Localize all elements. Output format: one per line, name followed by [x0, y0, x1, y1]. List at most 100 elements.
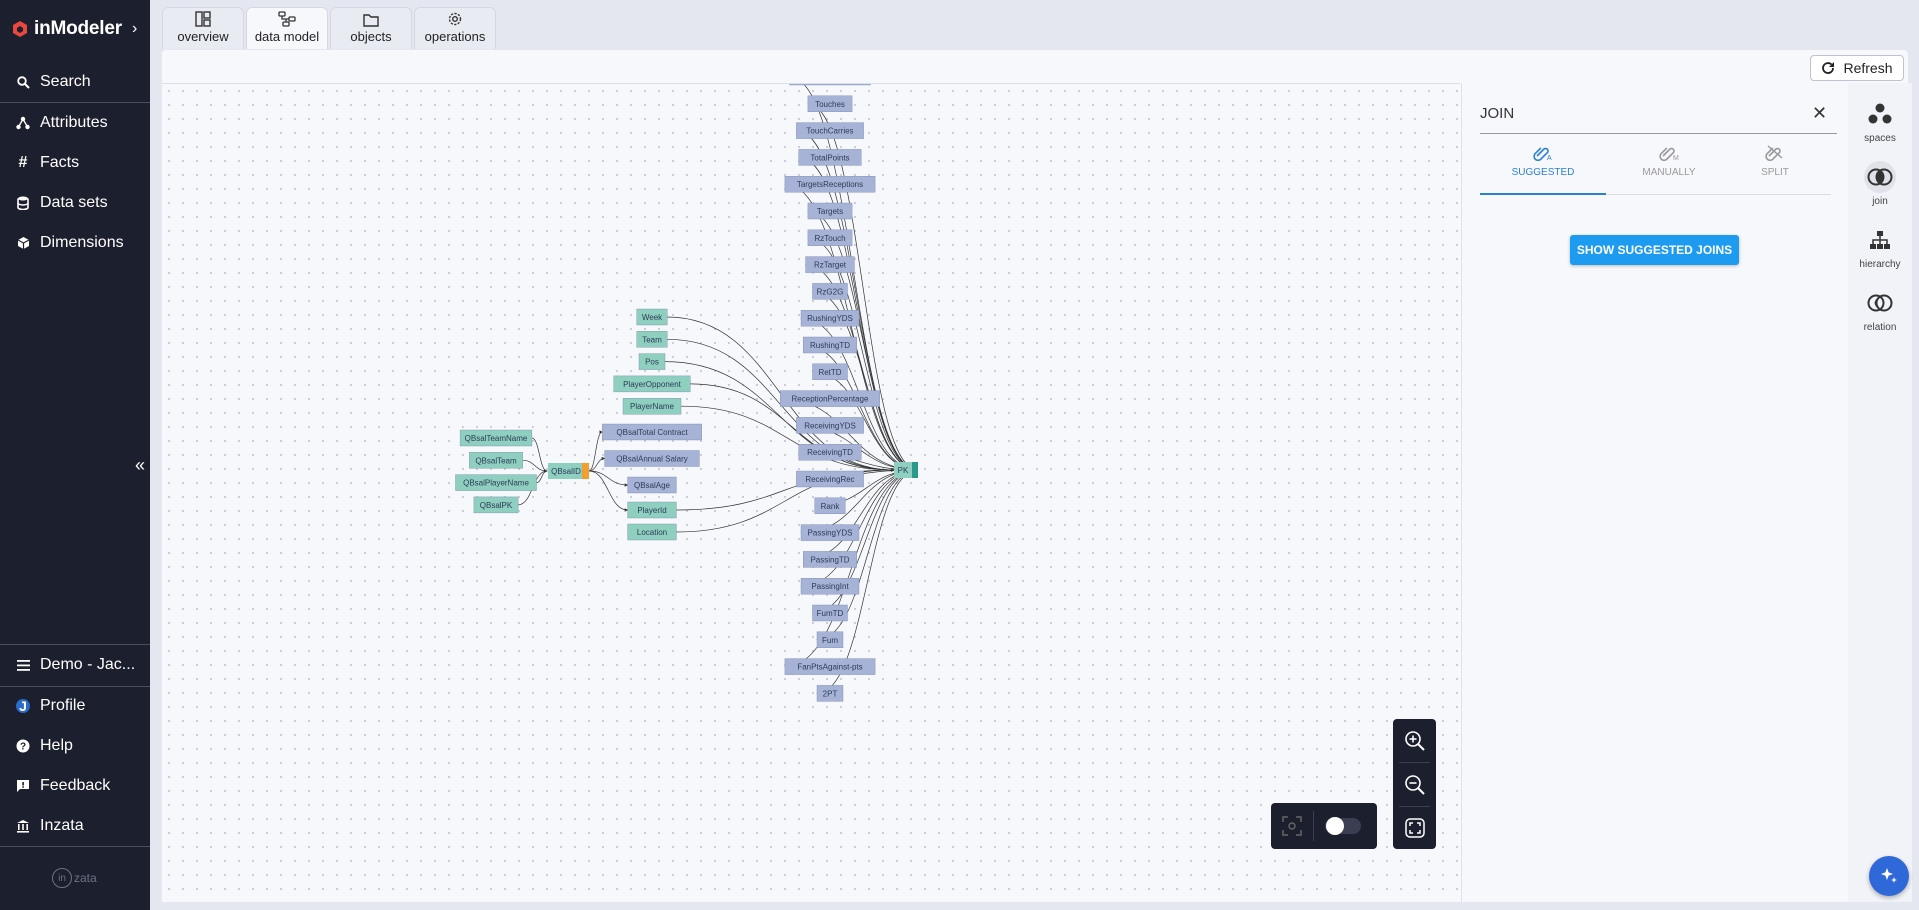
graph-node[interactable]: Touches — [807, 95, 853, 113]
node-label: FumTD — [817, 609, 844, 618]
sidebar-item-attributes[interactable]: Attributes — [0, 105, 150, 141]
graph-edge — [588, 470, 629, 512]
graph-node[interactable]: TotalPoints — [798, 149, 862, 166]
graph-node[interactable]: QBsalTeam — [469, 452, 523, 469]
zoom-controls — [1393, 719, 1436, 849]
node-label: PassingTD — [810, 555, 849, 564]
graph-node[interactable]: QBsalPK — [473, 496, 519, 514]
graph-node[interactable]: TouchReceptions — [789, 84, 871, 86]
sidebar-item-search[interactable]: Search — [0, 64, 150, 100]
graph-node[interactable]: ReceivingYDS — [796, 417, 864, 434]
graph-node[interactable]: PassingYDS — [800, 524, 860, 541]
sidebar-item-facts[interactable]: # Facts — [0, 145, 150, 181]
graph-node[interactable]: RzG2G — [812, 283, 848, 300]
rail-item-spaces[interactable]: spaces — [1848, 98, 1912, 144]
sidebar-item-profile[interactable]: J Profile — [0, 688, 150, 724]
graph-edge — [588, 470, 629, 487]
chevron-right-icon[interactable]: › — [132, 20, 137, 38]
graph-node[interactable]: Targets — [807, 202, 853, 220]
graph-node[interactable]: QBsalPlayerName — [455, 474, 537, 491]
graph-node[interactable]: Team — [636, 331, 668, 348]
node-label: PassingYDS — [808, 529, 853, 538]
rail-item-relation[interactable]: relation — [1848, 287, 1912, 333]
refresh-button[interactable]: Refresh — [1810, 55, 1904, 81]
graph-node[interactable]: TouchCarries — [796, 122, 864, 139]
tab-objects[interactable]: objects — [330, 7, 412, 49]
tab-label: SPLIT — [1761, 167, 1789, 178]
graph-node[interactable]: FumTD — [812, 604, 848, 622]
graph-node[interactable]: 2PT — [816, 685, 844, 702]
sidebar-item-dimensions[interactable]: Dimensions — [0, 225, 150, 261]
tab-suggested[interactable]: A SUGGESTED — [1480, 143, 1606, 183]
sidebar-item-label: Search — [40, 73, 91, 90]
graph-node[interactable]: TargetsReceptions — [784, 175, 876, 193]
tab-split[interactable]: SPLIT — [1712, 143, 1838, 183]
graph-node[interactable]: PlayerName — [622, 398, 682, 415]
collapse-sidebar-icon[interactable]: « — [135, 455, 145, 476]
node-label: TouchCarries — [806, 127, 853, 136]
graph-node[interactable]: ReceptionPercentage — [780, 390, 880, 407]
sidebar-item-label: Demo - Jac... — [40, 656, 136, 673]
tab-data-model[interactable]: data model — [246, 7, 328, 49]
tab-overview[interactable]: overview — [162, 7, 244, 49]
graph-node[interactable]: RushingTD — [803, 336, 857, 354]
sidebar-item-data-sets[interactable]: Data sets — [0, 185, 150, 221]
ai-assistant-button[interactable] — [1869, 856, 1909, 896]
rail-item-hierarchy[interactable]: hierarchy — [1848, 224, 1912, 270]
graph-node[interactable]: QBsalTeamName — [459, 429, 533, 447]
app-logo[interactable]: inModeler — [12, 18, 122, 40]
graph-node[interactable]: ReceivingTD — [798, 444, 862, 461]
zoom-out-icon — [1404, 774, 1425, 795]
graph-node[interactable]: RzTouch — [807, 229, 853, 247]
layout-toggle[interactable] — [1325, 817, 1361, 835]
sidebar-item-label: Feedback — [40, 777, 111, 794]
graph-node[interactable]: Week — [636, 308, 668, 326]
graph-node-pk[interactable]: PK — [894, 462, 918, 478]
node-label: FanPtsAgainst-pts — [797, 663, 862, 672]
rail-item-label: spaces — [1864, 133, 1896, 144]
node-label: QBsalPK — [480, 501, 513, 510]
fit-view-button[interactable] — [1393, 806, 1436, 849]
close-icon[interactable]: ✕ — [1812, 103, 1827, 124]
node-label: ReceptionPercentage — [792, 395, 869, 404]
node-label: PlayerId — [637, 506, 666, 515]
sidebar-item-project[interactable]: Demo - Jac... — [0, 647, 150, 683]
graph-node[interactable]: QBsalAge — [627, 476, 677, 494]
tab-operations[interactable]: operations — [414, 7, 496, 49]
graph-node[interactable]: Rank — [814, 497, 846, 514]
sidebar-item-inzata[interactable]: Inzata — [0, 808, 150, 844]
sidebar-item-label: Inzata — [40, 817, 84, 834]
graph-node[interactable]: PlayerOpponent — [613, 375, 691, 393]
hierarchy-icon — [1870, 231, 1890, 249]
graph-node[interactable]: FanPtsAgainst-pts — [784, 658, 876, 675]
node-label: PlayerName — [630, 402, 675, 411]
graph-node[interactable]: QBsalTotal Contract — [602, 423, 702, 441]
feedback-icon — [16, 779, 30, 793]
gear-icon — [448, 12, 462, 26]
focus-icon[interactable] — [1281, 815, 1303, 837]
sidebar-item-feedback[interactable]: Feedback — [0, 768, 150, 804]
rail-item-join[interactable]: join — [1848, 161, 1912, 207]
graph-node[interactable]: RetTD — [812, 363, 848, 380]
graph-node[interactable]: PassingTD — [803, 551, 857, 568]
data-model-graph[interactable]: PK TouchReceptions Touches TouchCarries Tota… — [162, 84, 1460, 903]
overview-icon — [195, 11, 211, 27]
graph-node[interactable]: Pos — [638, 353, 666, 370]
zoom-in-button[interactable] — [1393, 719, 1436, 762]
graph-node[interactable]: PlayerId — [627, 501, 677, 519]
graph-node[interactable]: RzTarget — [805, 256, 855, 273]
node-label: RzTouch — [814, 234, 845, 243]
zoom-out-button[interactable] — [1393, 763, 1436, 806]
graph-node-qbsalid[interactable]: QBsalID — [548, 463, 589, 479]
sidebar-item-help[interactable]: ? Help — [0, 728, 150, 764]
graph-node[interactable]: RushingYDS — [800, 309, 860, 327]
graph-edge — [588, 430, 603, 472]
graph-node[interactable]: QBsalAnnual Salary — [604, 450, 700, 467]
graph-node[interactable]: PassingInt — [800, 578, 860, 595]
show-suggested-joins-button[interactable]: SHOW SUGGESTED JOINS — [1570, 235, 1739, 265]
graph-node[interactable]: Location — [627, 523, 677, 541]
graph-node[interactable]: ReceivingRec — [796, 470, 864, 488]
graph-node[interactable]: Fum — [816, 631, 844, 648]
inzata-logo-icon: in — [52, 868, 72, 888]
data-model-canvas[interactable]: PK TouchReceptions Touches TouchCarries Tota… — [162, 83, 1460, 902]
